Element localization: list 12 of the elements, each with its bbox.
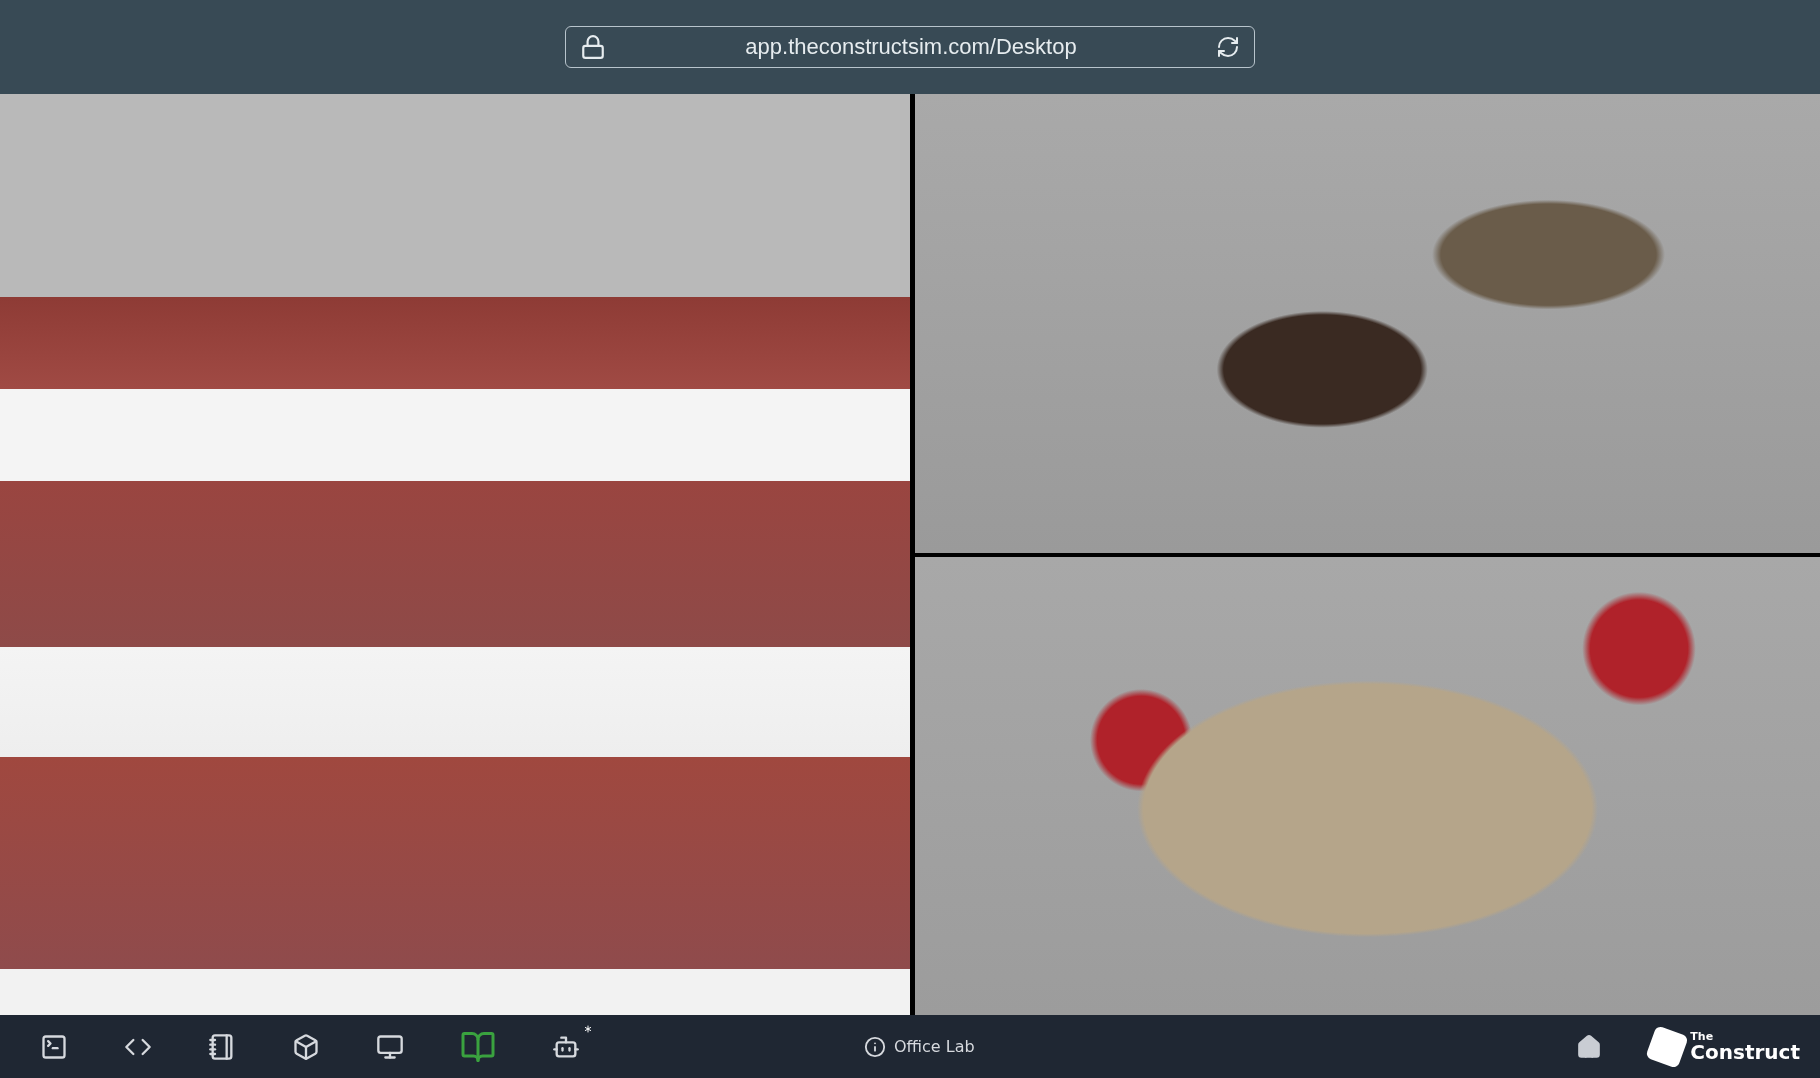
project-name: Office Lab — [894, 1037, 975, 1056]
cube-icon — [292, 1032, 320, 1061]
info-icon[interactable] — [864, 1035, 886, 1058]
reload-icon[interactable] — [1216, 35, 1240, 59]
notebook-icon — [208, 1032, 236, 1061]
address-bar[interactable]: app.theconstructsim.com/Desktop — [565, 26, 1255, 68]
url-text: app.theconstructsim.com/Desktop — [744, 34, 1078, 60]
terminal-icon — [40, 1032, 68, 1061]
logo-text: Construct — [1690, 1042, 1800, 1062]
logo-text: The — [1690, 1031, 1715, 1042]
lock-icon — [580, 34, 606, 60]
monitor-icon — [376, 1032, 404, 1061]
